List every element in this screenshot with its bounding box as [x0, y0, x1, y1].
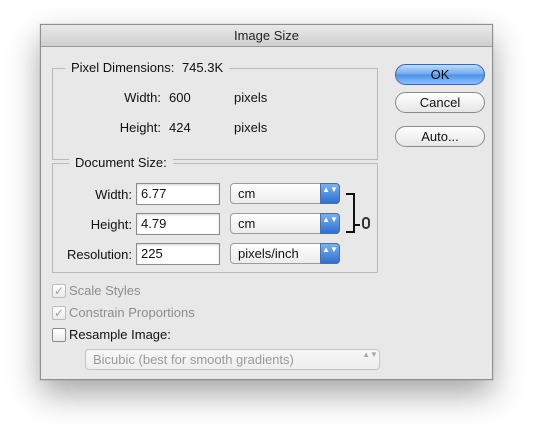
auto-button[interactable]: Auto...: [395, 126, 485, 147]
select-arrows-icon: ▲▼: [320, 183, 340, 204]
doc-width-unit-select[interactable]: cm ▲▼: [230, 183, 340, 204]
pixel-dimensions-legend: Pixel Dimensions: 745.3K: [65, 60, 230, 75]
scale-styles-label: Scale Styles: [69, 283, 141, 298]
ok-button[interactable]: OK: [395, 64, 485, 85]
image-size-dialog: Image Size Pixel Dimensions: 745.3K Widt…: [40, 24, 493, 380]
cancel-button[interactable]: Cancel: [395, 92, 485, 113]
window-title: Image Size: [41, 25, 492, 47]
doc-width-input[interactable]: 6.77: [136, 183, 220, 205]
select-arrows-icon: ▲▼: [362, 350, 378, 359]
resample-image-checkbox[interactable]: [52, 328, 66, 342]
resolution-unit-select[interactable]: pixels/inch ▲▼: [230, 243, 340, 264]
pixel-height-unit: pixels: [234, 120, 268, 135]
constrain-bracket: [346, 193, 355, 233]
resolution-label: Resolution:: [66, 247, 132, 262]
doc-height-input[interactable]: 4.79: [136, 213, 220, 235]
pixel-width-unit: pixels: [234, 90, 268, 105]
doc-height-unit-select[interactable]: cm ▲▼: [230, 213, 340, 234]
pixel-height-value: 424: [169, 120, 191, 135]
resolution-unit-value: pixels/inch: [238, 246, 299, 261]
document-size-legend: Document Size:: [69, 155, 173, 170]
pixel-width-value: 600: [169, 90, 191, 105]
resample-method-value: Bicubic (best for smooth gradients): [93, 352, 294, 367]
chain-link-icon: [362, 217, 370, 229]
select-arrows-icon: ▲▼: [320, 213, 340, 234]
pixel-width-label: Width:: [124, 90, 161, 105]
select-arrows-icon: ▲▼: [320, 243, 340, 264]
pixel-dimensions-label: Pixel Dimensions:: [71, 60, 175, 75]
resolution-input[interactable]: 225: [136, 243, 220, 265]
constrain-proportions-checkbox[interactable]: ✓: [52, 306, 66, 320]
constrain-proportions-label: Constrain Proportions: [69, 305, 195, 320]
doc-width-unit-value: cm: [238, 186, 256, 201]
pixel-height-label: Height:: [119, 120, 161, 135]
doc-height-label: Height:: [90, 217, 132, 232]
resample-image-label: Resample Image:: [69, 327, 171, 342]
doc-width-label: Width:: [95, 187, 132, 202]
scale-styles-checkbox[interactable]: ✓: [52, 284, 66, 298]
resample-method-select[interactable]: Bicubic (best for smooth gradients) ▲▼: [85, 349, 380, 370]
doc-height-unit-value: cm: [238, 216, 256, 231]
pixel-dimensions-group: Pixel Dimensions: 745.3K: [52, 60, 378, 160]
pixel-dimensions-size: 745.3K: [181, 60, 224, 75]
constrain-bracket-stub: [354, 224, 360, 226]
